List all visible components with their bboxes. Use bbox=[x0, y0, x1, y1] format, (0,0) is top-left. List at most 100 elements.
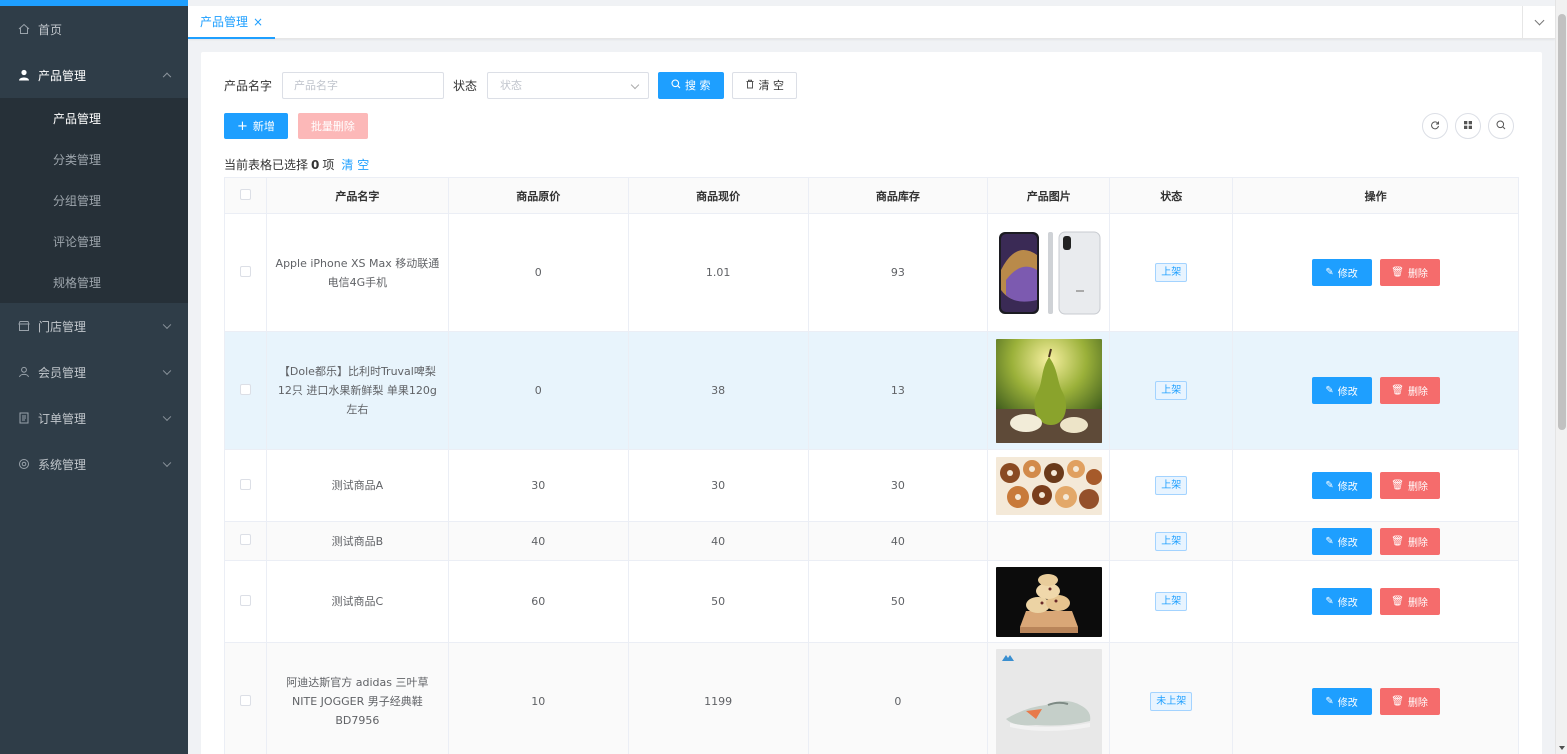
toggle-search-button[interactable] bbox=[1488, 113, 1514, 139]
delete-button[interactable]: 🗑 删除 bbox=[1379, 688, 1440, 715]
select-all-cell[interactable] bbox=[224, 177, 267, 214]
columns-button[interactable] bbox=[1455, 113, 1481, 139]
row-select-cell[interactable] bbox=[224, 521, 267, 561]
clear-button[interactable]: 清 空 bbox=[731, 71, 798, 99]
edit-button[interactable]: ✎ 修改 bbox=[1311, 259, 1372, 286]
tab-dropdown-button[interactable] bbox=[1522, 6, 1555, 39]
chevron-down-icon bbox=[162, 412, 172, 422]
batch-delete-button[interactable]: 批量删除 bbox=[297, 113, 368, 139]
user-icon bbox=[18, 69, 30, 81]
status-select[interactable]: 状态 bbox=[487, 71, 650, 99]
delete-button[interactable]: 🗑 删除 bbox=[1379, 527, 1440, 555]
selection-info: 当前表格已选择 0 项清 空 bbox=[224, 156, 369, 173]
row-select-cell[interactable] bbox=[224, 560, 267, 643]
edit-icon: ✎ bbox=[1325, 596, 1334, 607]
edit-button[interactable]: ✎ 修改 bbox=[1311, 472, 1372, 499]
status-label: 状态 bbox=[453, 78, 478, 93]
edit-button[interactable]: ✎ 修改 bbox=[1311, 688, 1372, 715]
trash-icon: 🗑 bbox=[1391, 480, 1404, 491]
delete-button[interactable]: 🗑 删除 bbox=[1379, 259, 1440, 286]
operations-cell: ✎ 修改 🗑 删除 bbox=[1232, 642, 1519, 754]
row-checkbox[interactable] bbox=[239, 265, 251, 277]
sidebar-item-home[interactable]: 首页 bbox=[0, 6, 188, 52]
sidebar-item-system[interactable]: 系统管理 bbox=[0, 441, 188, 487]
row-select-cell[interactable] bbox=[224, 331, 267, 450]
delete-button[interactable]: 🗑 删除 bbox=[1379, 588, 1440, 615]
current-price: 1.01 bbox=[627, 213, 809, 332]
sidebar-subitem-product[interactable]: 产品管理 bbox=[0, 98, 188, 139]
sidebar-item-product[interactable]: 产品管理 bbox=[0, 52, 188, 98]
product-image-pear[interactable] bbox=[995, 338, 1102, 443]
row-checkbox[interactable] bbox=[239, 383, 251, 395]
edit-button[interactable]: ✎ 修改 bbox=[1311, 588, 1372, 615]
close-icon[interactable]: × bbox=[253, 15, 263, 29]
status-badge: 上架 bbox=[1155, 592, 1188, 611]
product-image-shoe[interactable] bbox=[995, 648, 1102, 754]
column-header: 商品库存 bbox=[807, 177, 989, 214]
status-badge: 上架 bbox=[1155, 476, 1188, 495]
select-all-checkbox[interactable] bbox=[239, 188, 251, 200]
column-header: 产品名字 bbox=[265, 177, 449, 214]
product-image-donuts[interactable] bbox=[995, 456, 1102, 515]
search-form: 产品名字 产品名字 状态 状态 搜 索 清 空 bbox=[224, 71, 798, 99]
tab-label: 产品管理 bbox=[200, 15, 249, 29]
row-checkbox[interactable] bbox=[239, 694, 251, 706]
row-checkbox[interactable] bbox=[239, 594, 251, 606]
operations-cell: ✎ 修改 🗑 删除 bbox=[1232, 560, 1519, 643]
delete-button[interactable]: 🗑 删除 bbox=[1379, 472, 1440, 499]
scrollbar-thumb[interactable] bbox=[1558, 14, 1566, 430]
product-image-cell bbox=[987, 521, 1111, 561]
add-button[interactable]: + 新增 bbox=[224, 113, 288, 139]
sidebar-item-member[interactable]: 会员管理 bbox=[0, 349, 188, 395]
column-header: 操作 bbox=[1232, 177, 1519, 214]
edit-icon: ✎ bbox=[1325, 696, 1334, 707]
product-image-cookies[interactable] bbox=[995, 566, 1102, 637]
sidebar-subitem-category[interactable]: 分类管理 bbox=[0, 139, 188, 180]
clear-selection-link[interactable]: 清 空 bbox=[341, 158, 369, 172]
edit-icon: ✎ bbox=[1325, 385, 1334, 396]
clear-button-label: 清 空 bbox=[758, 79, 785, 92]
sidebar-subitem-comment[interactable]: 评论管理 bbox=[0, 221, 188, 262]
page-scrollbar[interactable] bbox=[1555, 0, 1567, 754]
stock: 30 bbox=[807, 449, 989, 522]
search-button[interactable]: 搜 索 bbox=[658, 71, 724, 99]
product-name: Apple iPhone XS Max 移动联通电信4G手机 bbox=[265, 213, 449, 332]
search-icon bbox=[1496, 120, 1506, 133]
trash-icon: 🗑 bbox=[1391, 535, 1404, 547]
stock: 40 bbox=[807, 521, 989, 561]
sidebar-item-label: 会员管理 bbox=[38, 365, 87, 380]
tab-product-management[interactable]: 产品管理 × bbox=[188, 6, 276, 39]
status-cell: 上架 bbox=[1109, 521, 1234, 561]
row-checkbox[interactable] bbox=[239, 534, 251, 545]
row-select-cell[interactable] bbox=[224, 449, 267, 522]
store-icon bbox=[18, 320, 30, 332]
sidebar-subitem-group[interactable]: 分组管理 bbox=[0, 180, 188, 221]
content-card: 产品名字 产品名字 状态 状态 搜 索 清 空 + 新增 批量删除 当前表格已选… bbox=[201, 52, 1542, 754]
stock: 0 bbox=[807, 642, 989, 754]
product-name-input[interactable]: 产品名字 bbox=[282, 71, 445, 99]
edit-icon: ✎ bbox=[1325, 535, 1334, 547]
row-select-cell[interactable] bbox=[224, 642, 267, 754]
edit-label: 修改 bbox=[1337, 387, 1358, 398]
scroll-down-arrow-icon[interactable] bbox=[1559, 746, 1565, 750]
delete-label: 删除 bbox=[1407, 698, 1428, 709]
row-select-cell[interactable] bbox=[224, 213, 267, 332]
trash-icon: 🗑 bbox=[1391, 596, 1404, 607]
sidebar-item-order[interactable]: 订单管理 bbox=[0, 395, 188, 441]
delete-button[interactable]: 🗑 删除 bbox=[1379, 377, 1440, 404]
delete-label: 删除 bbox=[1407, 387, 1428, 398]
edit-button[interactable]: ✎ 修改 bbox=[1311, 527, 1372, 555]
product-image-iphone[interactable] bbox=[995, 229, 1102, 316]
operations-cell: ✎ 修改 🗑 删除 bbox=[1232, 331, 1519, 450]
sidebar-subitem-spec[interactable]: 规格管理 bbox=[0, 262, 188, 303]
row-checkbox[interactable] bbox=[239, 478, 251, 490]
status-badge: 上架 bbox=[1155, 263, 1188, 282]
batch-delete-label: 批量删除 bbox=[310, 120, 355, 133]
selection-suffix: 项 bbox=[322, 158, 335, 172]
sidebar-item-store[interactable]: 门店管理 bbox=[0, 303, 188, 349]
product-image-cell bbox=[987, 560, 1111, 643]
current-price: 38 bbox=[627, 331, 809, 450]
edit-button[interactable]: ✎ 修改 bbox=[1311, 377, 1372, 404]
refresh-button[interactable] bbox=[1422, 113, 1448, 139]
current-price: 40 bbox=[627, 521, 809, 561]
